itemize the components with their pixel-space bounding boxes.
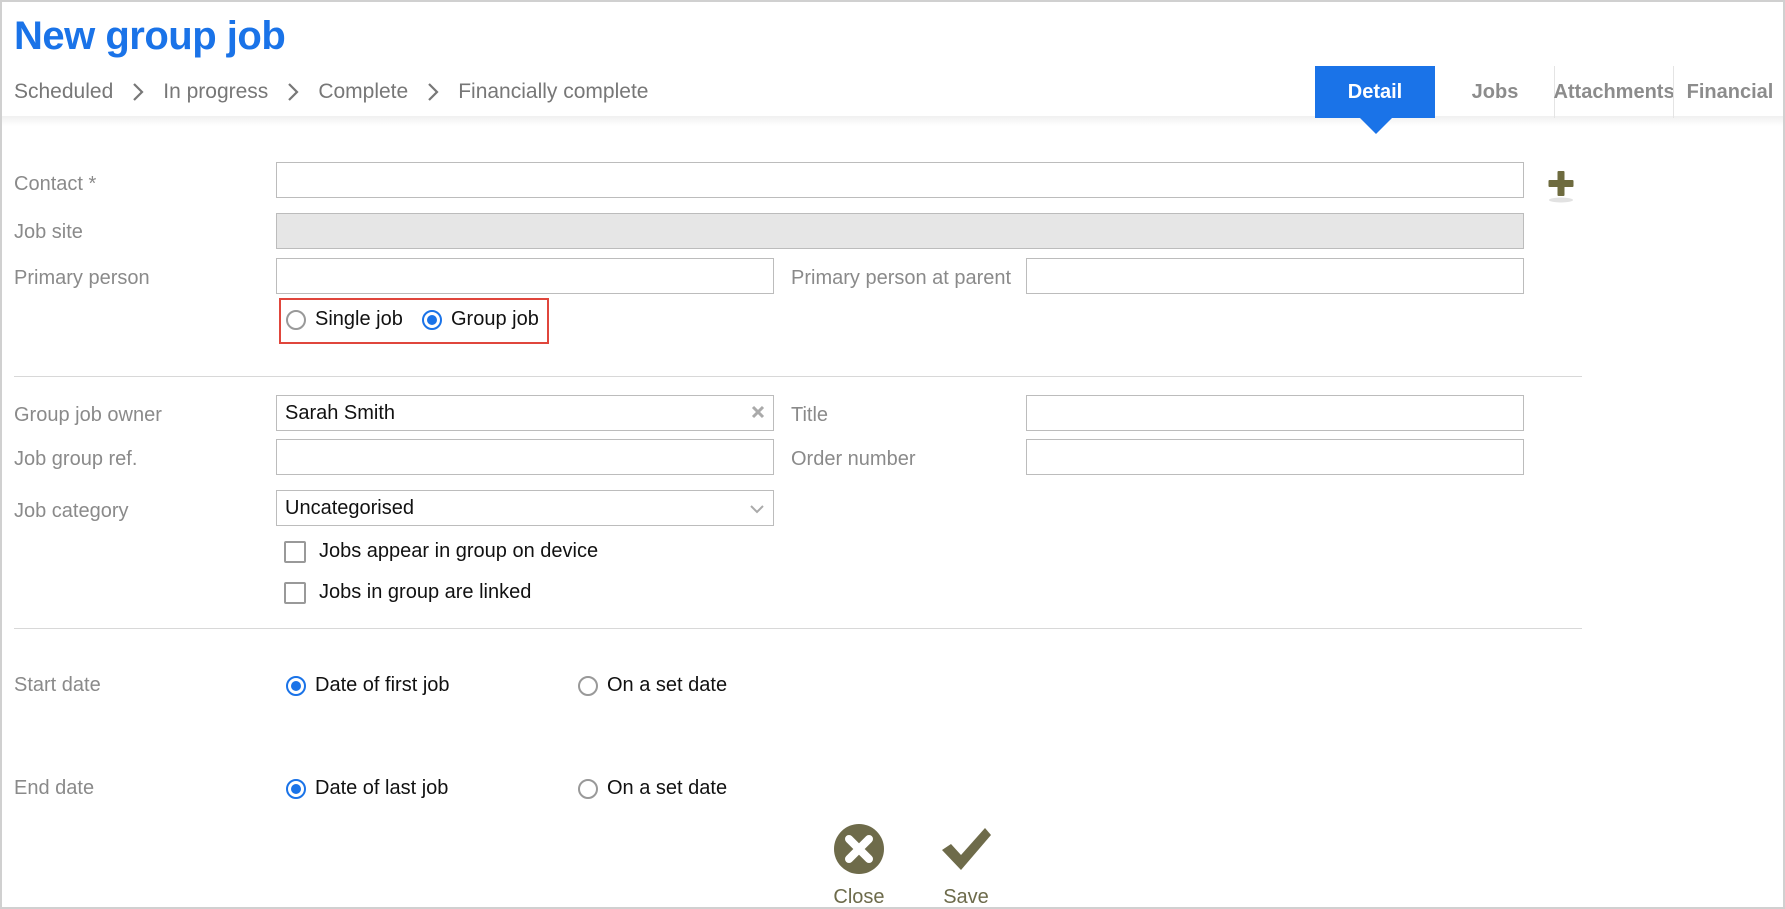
radio-unchecked-icon xyxy=(578,778,598,799)
start-date-set-date-radio[interactable]: On a set date xyxy=(578,674,727,697)
section-divider xyxy=(14,628,1582,629)
breadcrumb-complete[interactable]: Complete xyxy=(318,80,408,104)
close-circle-icon xyxy=(832,822,886,882)
close-button[interactable]: Close xyxy=(824,822,894,908)
chevron-right-icon xyxy=(132,82,144,102)
breadcrumb-in-progress[interactable]: In progress xyxy=(163,80,268,104)
chevron-down-icon xyxy=(749,497,765,520)
tab-jobs[interactable]: Jobs xyxy=(1436,66,1554,118)
jobs-appear-on-device-checkbox[interactable]: Jobs appear in group on device xyxy=(284,540,598,563)
start-date-first-job-label: Date of first job xyxy=(315,674,450,696)
tab-financial[interactable]: Financial xyxy=(1673,66,1783,118)
breadcrumb-financially-complete[interactable]: Financially complete xyxy=(458,80,648,104)
radio-checked-icon xyxy=(422,309,442,330)
end-date-last-job-radio[interactable]: Date of last job xyxy=(286,777,448,800)
end-date-set-date-label: On a set date xyxy=(607,777,728,799)
page-title: New group job xyxy=(14,14,286,58)
radio-unchecked-icon xyxy=(286,309,306,330)
single-job-label: Single job xyxy=(315,308,403,330)
section-divider xyxy=(14,376,1582,377)
group-job-owner-value: Sarah Smith xyxy=(285,401,396,424)
order-number-label: Order number xyxy=(791,448,916,470)
chevron-right-icon xyxy=(287,82,299,102)
single-job-radio[interactable]: Single job xyxy=(286,308,403,331)
radio-checked-icon xyxy=(286,778,306,799)
job-category-value: Uncategorised xyxy=(285,496,414,519)
checkmark-icon xyxy=(939,822,993,882)
group-job-label: Group job xyxy=(451,308,539,330)
end-date-last-job-label: Date of last job xyxy=(315,777,449,799)
jobs-linked-checkbox[interactable]: Jobs in group are linked xyxy=(284,581,531,604)
jobs-appear-on-device-label: Jobs appear in group on device xyxy=(319,540,599,562)
active-tab-pointer xyxy=(1360,118,1392,134)
job-site-input xyxy=(276,213,1524,249)
group-job-owner-input[interactable]: Sarah Smith xyxy=(276,395,774,431)
end-date-set-date-radio[interactable]: On a set date xyxy=(578,777,727,800)
radio-checked-icon xyxy=(286,675,306,696)
job-category-select[interactable]: Uncategorised xyxy=(276,490,774,526)
checkbox-icon xyxy=(284,581,306,604)
job-site-label: Job site xyxy=(14,221,83,243)
group-job-radio[interactable]: Group job xyxy=(422,308,539,331)
save-button[interactable]: Save xyxy=(931,822,1001,908)
job-group-ref-label: Job group ref. xyxy=(14,448,138,470)
primary-person-input[interactable] xyxy=(276,258,774,294)
tab-detail[interactable]: Detail xyxy=(1315,66,1435,118)
primary-person-label: Primary person xyxy=(14,267,150,289)
title-label: Title xyxy=(791,404,829,426)
primary-person-parent-label: Primary person at parent xyxy=(791,267,1012,289)
start-date-set-date-label: On a set date xyxy=(607,674,728,696)
clear-x-icon[interactable] xyxy=(751,402,765,425)
jobs-linked-label: Jobs in group are linked xyxy=(319,581,532,603)
breadcrumb: Scheduled In progress Complete Financial… xyxy=(14,80,648,104)
job-group-ref-input[interactable] xyxy=(276,439,774,475)
job-category-label: Job category xyxy=(14,500,129,522)
contact-label: Contact * xyxy=(14,173,97,195)
plus-icon[interactable] xyxy=(1547,170,1574,203)
title-input[interactable] xyxy=(1026,395,1524,431)
start-date-label: Start date xyxy=(14,674,101,696)
save-label: Save xyxy=(943,886,989,908)
breadcrumb-scheduled[interactable]: Scheduled xyxy=(14,80,113,104)
contact-input[interactable] xyxy=(276,162,1524,198)
app-window: New group job Scheduled In progress Comp… xyxy=(0,0,1785,909)
start-date-first-job-radio[interactable]: Date of first job xyxy=(286,674,450,697)
chevron-right-icon xyxy=(427,82,439,102)
tab-attachments[interactable]: Attachments xyxy=(1553,66,1675,118)
checkbox-icon xyxy=(284,540,306,563)
radio-unchecked-icon xyxy=(578,675,598,696)
primary-person-parent-input[interactable] xyxy=(1026,258,1524,294)
close-label: Close xyxy=(833,886,885,908)
group-job-owner-label: Group job owner xyxy=(14,404,162,426)
end-date-label: End date xyxy=(14,777,95,799)
order-number-input[interactable] xyxy=(1026,439,1524,475)
